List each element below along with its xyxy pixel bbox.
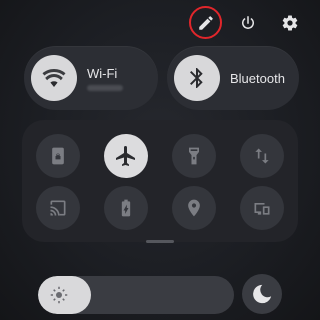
edit-button[interactable] bbox=[189, 6, 222, 39]
cast-toggle[interactable] bbox=[36, 186, 80, 230]
bluetooth-text: Bluetooth bbox=[230, 71, 285, 86]
brightness-slider[interactable] bbox=[38, 276, 234, 314]
settings-button[interactable] bbox=[274, 7, 306, 39]
airplane-icon bbox=[116, 146, 135, 166]
battery-saver-icon bbox=[121, 199, 131, 217]
bluetooth-toggle[interactable] bbox=[174, 55, 220, 101]
data-arrows-icon bbox=[255, 148, 269, 164]
flashlight-icon bbox=[189, 147, 199, 165]
location-toggle[interactable] bbox=[172, 186, 216, 230]
wifi-tile[interactable]: Wi-Fi bbox=[24, 46, 158, 110]
gear-icon bbox=[282, 14, 298, 31]
wifi-label: Wi-Fi bbox=[87, 65, 118, 81]
wifi-network-name-blurred bbox=[87, 84, 123, 91]
pencil-icon bbox=[198, 15, 213, 30]
wifi-toggle[interactable] bbox=[31, 55, 77, 101]
cast-icon bbox=[50, 200, 66, 216]
flashlight-toggle[interactable] bbox=[172, 134, 216, 178]
wifi-text: Wi-Fi bbox=[87, 66, 123, 91]
bluetooth-icon bbox=[190, 68, 203, 88]
screen-lock-toggle[interactable] bbox=[36, 134, 80, 178]
battery-saver-toggle[interactable] bbox=[104, 186, 148, 230]
power-icon bbox=[242, 15, 254, 29]
wifi-icon bbox=[42, 69, 66, 87]
top-toolbar bbox=[189, 6, 306, 39]
screen-mirror-toggle[interactable] bbox=[240, 186, 284, 230]
bluetooth-tile[interactable]: Bluetooth bbox=[167, 46, 299, 110]
screen-cast-icon bbox=[254, 203, 270, 215]
airplane-mode-toggle[interactable] bbox=[104, 134, 148, 178]
bluetooth-label: Bluetooth bbox=[230, 70, 285, 86]
lock-screen-icon bbox=[52, 147, 64, 165]
power-button[interactable] bbox=[232, 7, 264, 39]
moon-icon bbox=[253, 284, 272, 304]
location-pin-icon bbox=[188, 199, 200, 217]
dark-mode-toggle[interactable] bbox=[242, 274, 282, 314]
mobile-data-toggle[interactable] bbox=[240, 134, 284, 178]
sun-icon bbox=[50, 286, 68, 304]
panel-drag-handle[interactable] bbox=[146, 240, 174, 243]
